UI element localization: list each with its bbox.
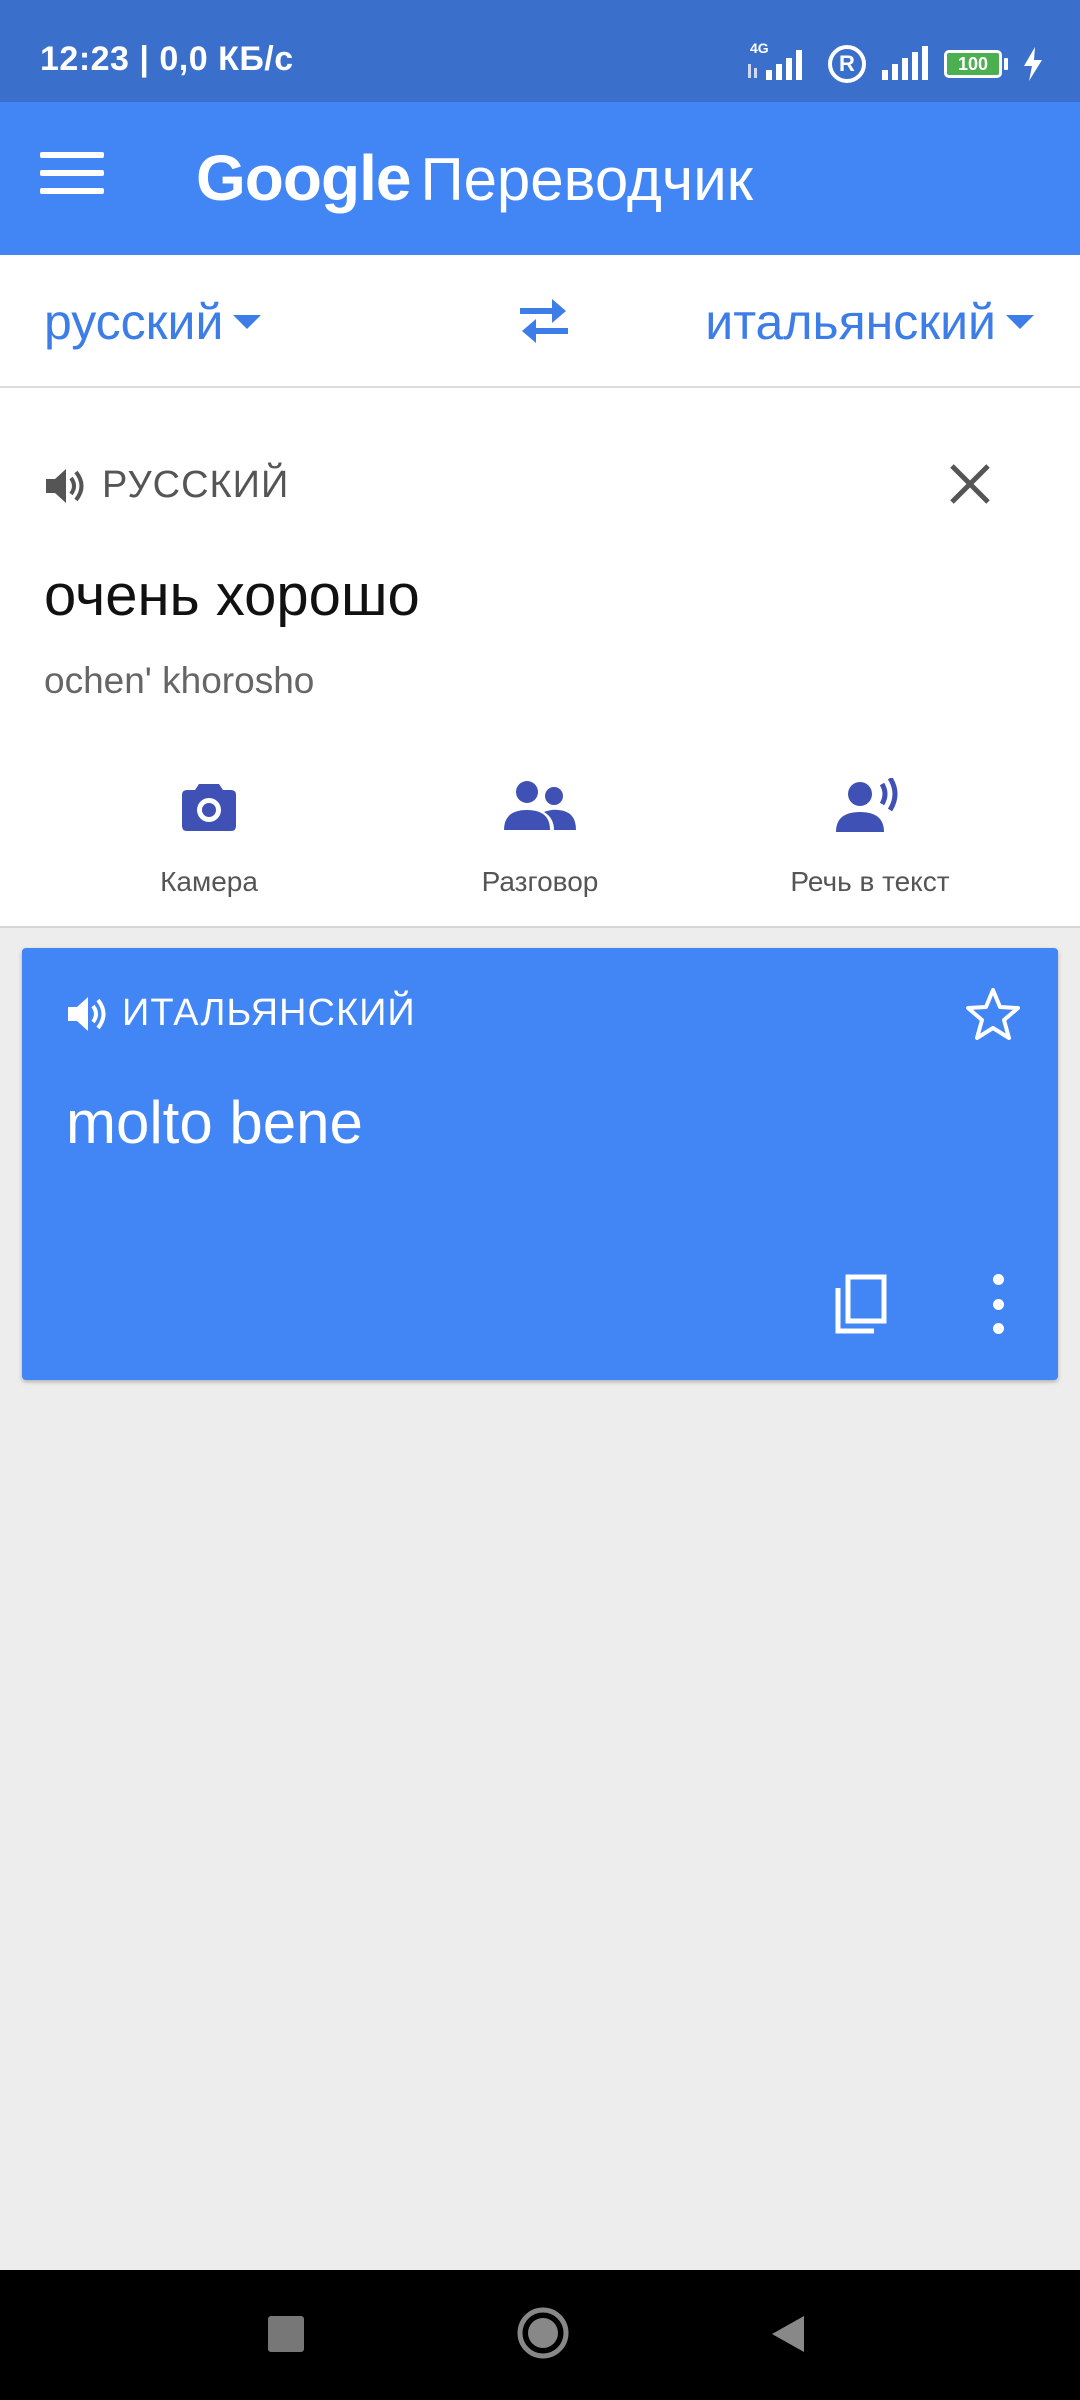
translation-header: ИТАЛЬЯНСКИЙ bbox=[66, 992, 416, 1035]
home-icon[interactable] bbox=[516, 2306, 570, 2365]
google-logo-text: Google bbox=[196, 142, 411, 214]
target-language-label: итальянский bbox=[705, 294, 996, 350]
battery-icon: 100 bbox=[944, 50, 1008, 78]
camera-icon bbox=[182, 784, 236, 831]
target-language-selector[interactable]: итальянский bbox=[705, 293, 1034, 351]
swap-languages-icon[interactable] bbox=[516, 295, 572, 345]
status-bar: 12:23 | 0,0 КБ/с 4G R 100 bbox=[0, 0, 1080, 102]
dropdown-arrow-icon bbox=[1006, 315, 1034, 329]
speech-to-text-button[interactable]: Речь в текст bbox=[705, 766, 1035, 898]
source-text[interactable]: очень хорошо bbox=[44, 562, 420, 629]
conversation-label: Разговор bbox=[481, 866, 599, 897]
battery-level: 100 bbox=[957, 53, 989, 74]
speaker-icon[interactable] bbox=[66, 994, 110, 1034]
speech-to-text-label: Речь в текст bbox=[790, 866, 950, 897]
conversation-button[interactable]: Разговор bbox=[375, 766, 705, 898]
conversation-icon bbox=[504, 781, 576, 830]
star-icon[interactable] bbox=[964, 986, 1022, 1044]
target-language-heading: ИТАЛЬЯНСКИЙ bbox=[122, 992, 416, 1034]
translation-card[interactable]: ИТАЛЬЯНСКИЙ molto bene bbox=[22, 948, 1058, 1380]
app-bar: Google Переводчик bbox=[0, 102, 1080, 255]
source-language-heading: РУССКИЙ bbox=[102, 464, 290, 506]
status-icons: 4G R 100 bbox=[744, 40, 1044, 84]
dropdown-arrow-icon bbox=[233, 315, 262, 329]
status-time-speed: 12:23 | 0,0 КБ/с bbox=[40, 40, 294, 78]
source-language-label: русский bbox=[44, 294, 224, 350]
translation-text: molto bene bbox=[66, 1089, 363, 1156]
roaming-icon: R bbox=[828, 45, 866, 83]
more-options-icon[interactable] bbox=[988, 1274, 1008, 1334]
menu-icon[interactable] bbox=[40, 152, 104, 208]
product-name: Переводчик bbox=[420, 146, 753, 213]
source-language-selector[interactable]: русский bbox=[44, 293, 262, 351]
input-actions: Камера Разговор Речь в текст bbox=[0, 766, 1080, 906]
navigation-bar bbox=[0, 2270, 1080, 2400]
copy-icon[interactable] bbox=[834, 1274, 888, 1334]
app-title: Google Переводчик bbox=[196, 140, 753, 218]
camera-label: Камера bbox=[160, 866, 258, 897]
recent-apps-icon[interactable] bbox=[268, 2316, 304, 2352]
charging-icon bbox=[1024, 47, 1042, 81]
speaker-icon[interactable] bbox=[44, 466, 88, 506]
source-card: РУССКИЙ очень хорошо ochen' khorosho Кам… bbox=[0, 388, 1080, 928]
signal-4g-icon: 4G bbox=[744, 40, 814, 84]
language-bar: русский итальянский bbox=[0, 255, 1080, 388]
roaming-label: R bbox=[839, 51, 855, 76]
source-header: РУССКИЙ bbox=[44, 464, 289, 507]
camera-button[interactable]: Камера bbox=[44, 766, 374, 898]
close-icon[interactable] bbox=[948, 462, 992, 506]
transliteration: ochen' khorosho bbox=[44, 660, 315, 701]
signal-icon bbox=[882, 46, 928, 80]
back-icon[interactable] bbox=[770, 2314, 806, 2359]
speech-to-text-icon bbox=[836, 778, 898, 832]
